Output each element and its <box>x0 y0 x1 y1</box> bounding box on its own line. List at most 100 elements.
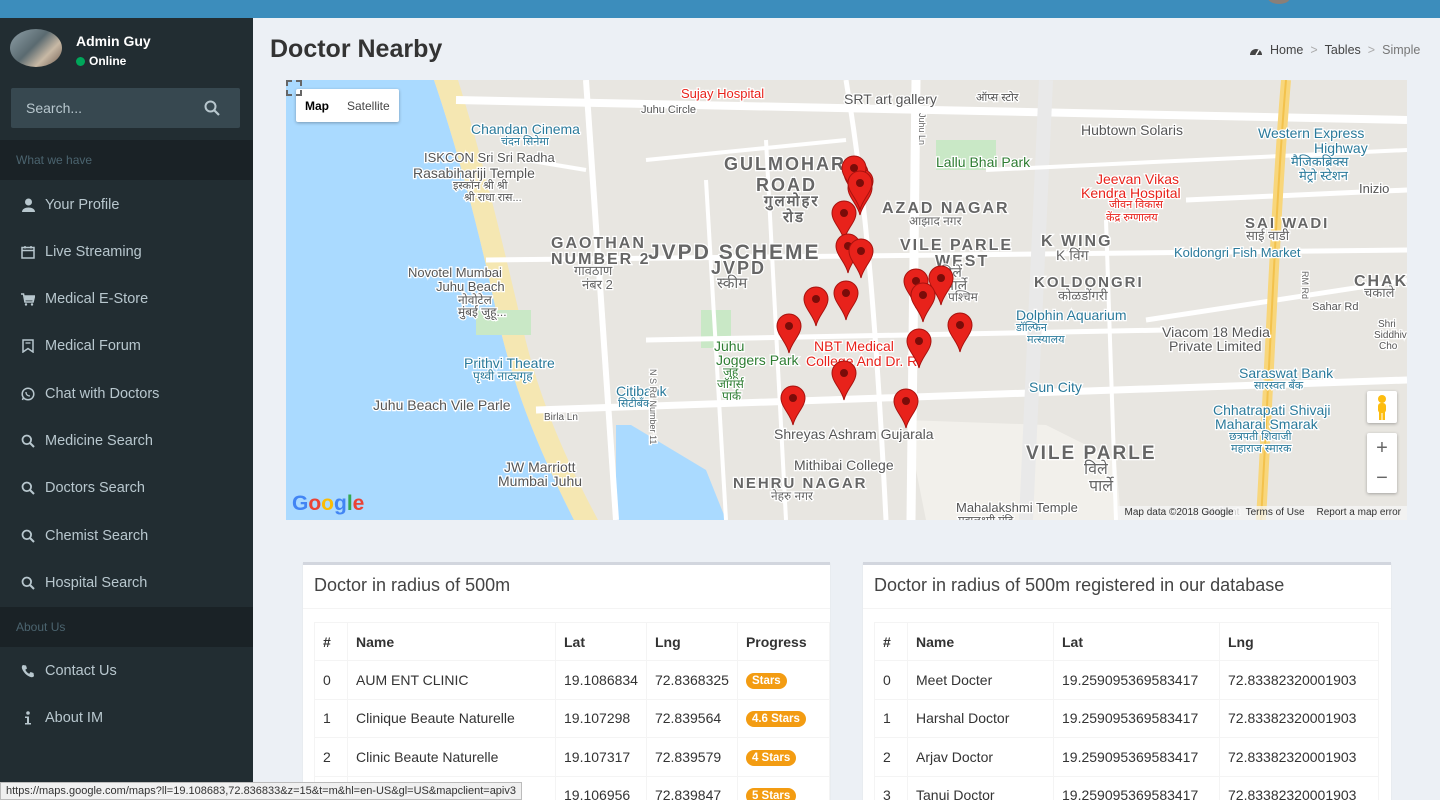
map-label: Mithibai College <box>794 457 894 473</box>
map-label: Shri <box>1378 319 1396 330</box>
map-label: जीवन विकास <box>1109 198 1164 211</box>
map-label: Novotel Mumbai <box>408 265 502 280</box>
breadcrumb-tables[interactable]: Tables <box>1325 43 1361 57</box>
map-label: Dolphin Aquarium <box>1016 307 1127 323</box>
map-label: VILE PARLE <box>900 237 1013 254</box>
sidebar-header-about-us: About Us <box>0 607 253 647</box>
sidebar-item-label: Hospital Search <box>45 574 148 591</box>
google-map[interactable]: Sujay Hospital Juhu Circle SRT art gallery… <box>286 80 1407 520</box>
map-label: Siddhiv <box>1374 330 1407 341</box>
terms-of-use-link[interactable]: Terms of Use <box>1246 507 1305 519</box>
sidebar-item-chat-with-doctors[interactable]: Chat with Doctors <box>0 370 253 417</box>
table-cell: 19.106956 <box>555 775 647 800</box>
map-label: मुंबई जुहू... <box>458 305 507 321</box>
table-cell: AUM ENT CLINIC <box>347 660 556 700</box>
search-input[interactable]: Search... <box>11 88 240 128</box>
sidebar-header-what-we-have: What we have <box>0 140 253 180</box>
user-icon <box>20 197 36 213</box>
cart-icon <box>20 291 36 307</box>
map-label: कोळडोंगरी <box>1058 288 1108 303</box>
registered-doctor-table-box: Doctor in radius of 500m registered in o… <box>863 562 1391 800</box>
column-header: Progress <box>736 622 830 661</box>
map-label: Citibank <box>616 383 668 399</box>
top-navbar <box>0 0 1440 18</box>
map-label: नेहरु नगर <box>771 489 814 503</box>
sidebar-item-label: Medical Forum <box>45 338 141 355</box>
map-label: ROAD <box>756 175 817 195</box>
map-label: चकाले <box>1364 285 1395 300</box>
map-label: चंदन सिनेमा <box>501 135 549 148</box>
map-label: College And Dr. R <box>806 353 917 369</box>
street-view-pegman-icon[interactable] <box>1367 391 1397 423</box>
map-label: छत्रपती शिवाजी <box>1229 430 1292 443</box>
table-cell: 19.259095369583417 <box>1053 775 1220 800</box>
search-icon <box>20 480 36 496</box>
map-label: Cho <box>1379 341 1398 352</box>
table-cell: 72.8368325 <box>645 660 738 700</box>
satellite-toggle-button[interactable]: Satellite <box>338 89 399 122</box>
online-dot-icon <box>76 57 85 66</box>
zoom-out-button[interactable]: − <box>1367 463 1397 493</box>
registered-doctor-table: # Name Lat Lng 0 Meet Docter 19.2590953695834… <box>874 622 1379 800</box>
rating-badge: 5 Stars <box>745 788 797 800</box>
map-label: आझाद नगर <box>909 214 963 228</box>
map-label: गावठाण <box>574 263 613 278</box>
sidebar-item-about-im[interactable]: About IM <box>0 694 253 741</box>
map-label: SRT art gallery <box>844 91 937 107</box>
map-toggle-button[interactable]: Map <box>296 89 338 122</box>
table-row: 2 Clinic Beaute Naturelle 19.107317 72.8395… <box>314 737 830 777</box>
sidebar-item-medical-forum[interactable]: Medical Forum <box>0 323 253 370</box>
breadcrumb-separator: > <box>1310 43 1318 57</box>
map-label: RM Rd <box>1300 271 1310 299</box>
google-logo[interactable]: Google <box>292 492 364 516</box>
report-map-error-link[interactable]: Report a map error <box>1317 507 1401 519</box>
breadcrumb-current: Simple <box>1382 43 1421 57</box>
sidebar-item-label: Doctors Search <box>45 480 145 497</box>
map-label: Western Express <box>1258 125 1364 141</box>
user-status: Online <box>76 54 126 68</box>
progress-cell: Stars <box>736 660 830 700</box>
map-label: केंद्र रुग्णालय <box>1106 211 1158 224</box>
table-cell: 19.107298 <box>555 698 647 738</box>
map-canvas[interactable]: Sujay Hospital Juhu Circle SRT art gallery… <box>286 80 1407 520</box>
table-cell: 72.83382320001903 <box>1219 660 1379 700</box>
breadcrumb: Home > Tables > Simple <box>1249 43 1420 57</box>
rating-badge: Stars <box>745 672 787 689</box>
navbar-avatar[interactable] <box>1268 0 1290 4</box>
sidebar-item-hospital-search[interactable]: Hospital Search <box>0 559 253 606</box>
map-label: Shreyas Ashram Gujarala <box>774 426 934 442</box>
sidebar-item-live-streaming[interactable]: Live Streaming <box>0 228 253 275</box>
map-label: Juhu Beach <box>436 279 505 294</box>
map-label: विले <box>1084 459 1109 478</box>
sidebar-item-label: About IM <box>45 709 104 726</box>
table-cell: Clinique Beaute Naturelle <box>347 698 556 738</box>
table-cell: Tanuj Doctor <box>907 775 1054 800</box>
table-cell: 1 <box>314 698 348 738</box>
map-label: नंबर 2 <box>582 277 613 292</box>
sidebar-item-chemist-search[interactable]: Chemist Search <box>0 512 253 559</box>
breadcrumb-home[interactable]: Home <box>1270 43 1303 57</box>
map-label: GULMOHAR <box>724 154 846 174</box>
map-label: रोड <box>782 208 805 226</box>
map-label: ISKCON Sri Sri Radha <box>424 150 556 165</box>
table-cell: 19.1086834 <box>555 660 647 700</box>
rating-badge: 4 Stars <box>745 749 797 766</box>
sidebar-item-doctors-search[interactable]: Doctors Search <box>0 465 253 512</box>
map-label: सिटीबँक <box>618 397 652 410</box>
fullscreen-icon[interactable] <box>286 80 302 96</box>
sidebar-item-medicine-search[interactable]: Medicine Search <box>0 418 253 465</box>
search-icon[interactable] <box>204 100 220 116</box>
zoom-control: + − <box>1367 433 1397 493</box>
search-placeholder: Search... <box>26 100 83 116</box>
progress-cell: 4.6 Stars <box>736 698 830 738</box>
table1-title: Doctor in radius of 500m <box>303 565 830 609</box>
map-label: Koldongri Fish Market <box>1174 245 1301 260</box>
sidebar-item-your-profile[interactable]: Your Profile <box>0 181 253 228</box>
map-label: साई वाडी <box>1246 228 1290 243</box>
sidebar-item-medical-e-store[interactable]: Medical E-Store <box>0 276 253 323</box>
calendar-icon <box>20 244 36 260</box>
sidebar-item-contact-us[interactable]: Contact Us <box>0 647 253 694</box>
map-label: Juhu Circle <box>641 104 696 116</box>
zoom-in-button[interactable]: + <box>1367 433 1397 463</box>
map-label: Maharaj Smarak <box>1215 416 1319 432</box>
